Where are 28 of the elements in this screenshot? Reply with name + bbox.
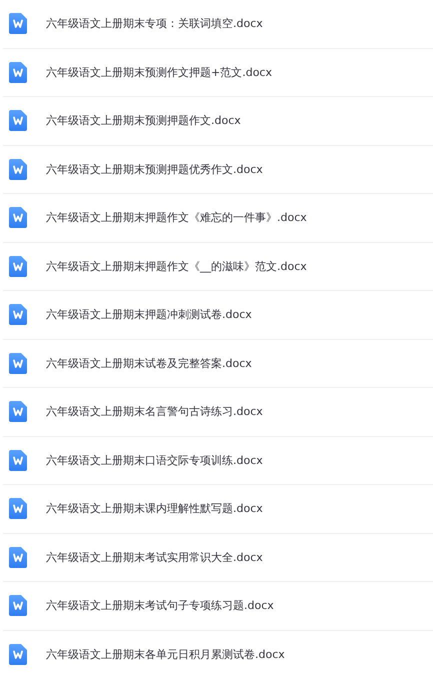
file-name[interactable]: 六年级语文上册期末专项：关联词填空.docx — [46, 16, 263, 32]
file-name[interactable]: 六年级语文上册期末预测押题优秀作文.docx — [46, 162, 263, 177]
document-icon — [9, 207, 27, 228]
file-name[interactable]: 六年级语文上册期末押题冲刺测试卷.docx — [46, 307, 252, 322]
document-icon — [9, 644, 27, 665]
document-icon — [9, 546, 27, 568]
document-icon — [9, 13, 27, 34]
document-icon — [9, 450, 27, 471]
document-icon — [9, 498, 27, 520]
document-icon — [9, 256, 27, 277]
file-name[interactable]: 六年级语文上册期末考试句子专项练习题.docx — [46, 598, 274, 614]
document-icon — [9, 62, 27, 83]
file-name[interactable]: 六年级语文上册期末课内理解性默写题.docx — [46, 501, 263, 516]
file-name[interactable]: 六年级语文上册期末各单元日积月累测试卷.docx — [46, 646, 285, 662]
file-name[interactable]: 六年级语文上册期末预测作文押题+范文.docx — [46, 64, 272, 80]
file-name[interactable]: 六年级语文上册期末押题作文《__的滋味》范文.docx — [46, 258, 307, 274]
file-name[interactable]: 六年级语文上册期末押题作文《难忘的一件事》.docx — [46, 210, 307, 226]
document-icon — [9, 352, 27, 374]
file-name[interactable]: 六年级语文上册期末口语交际专项训练.docx — [46, 452, 263, 468]
file-name[interactable]: 六年级语文上册期末考试实用常识大全.docx — [46, 550, 263, 565]
document-icon — [9, 595, 27, 616]
file-name[interactable]: 六年级语文上册期末名言警句古诗练习.docx — [46, 404, 263, 420]
document-icon — [9, 110, 27, 132]
document-icon — [9, 304, 27, 326]
document-icon — [9, 401, 27, 422]
file-name[interactable]: 六年级语文上册期末预测押题作文.docx — [46, 113, 241, 128]
document-icon — [9, 158, 27, 180]
file-name[interactable]: 六年级语文上册期末试卷及完整答案.docx — [46, 356, 252, 371]
